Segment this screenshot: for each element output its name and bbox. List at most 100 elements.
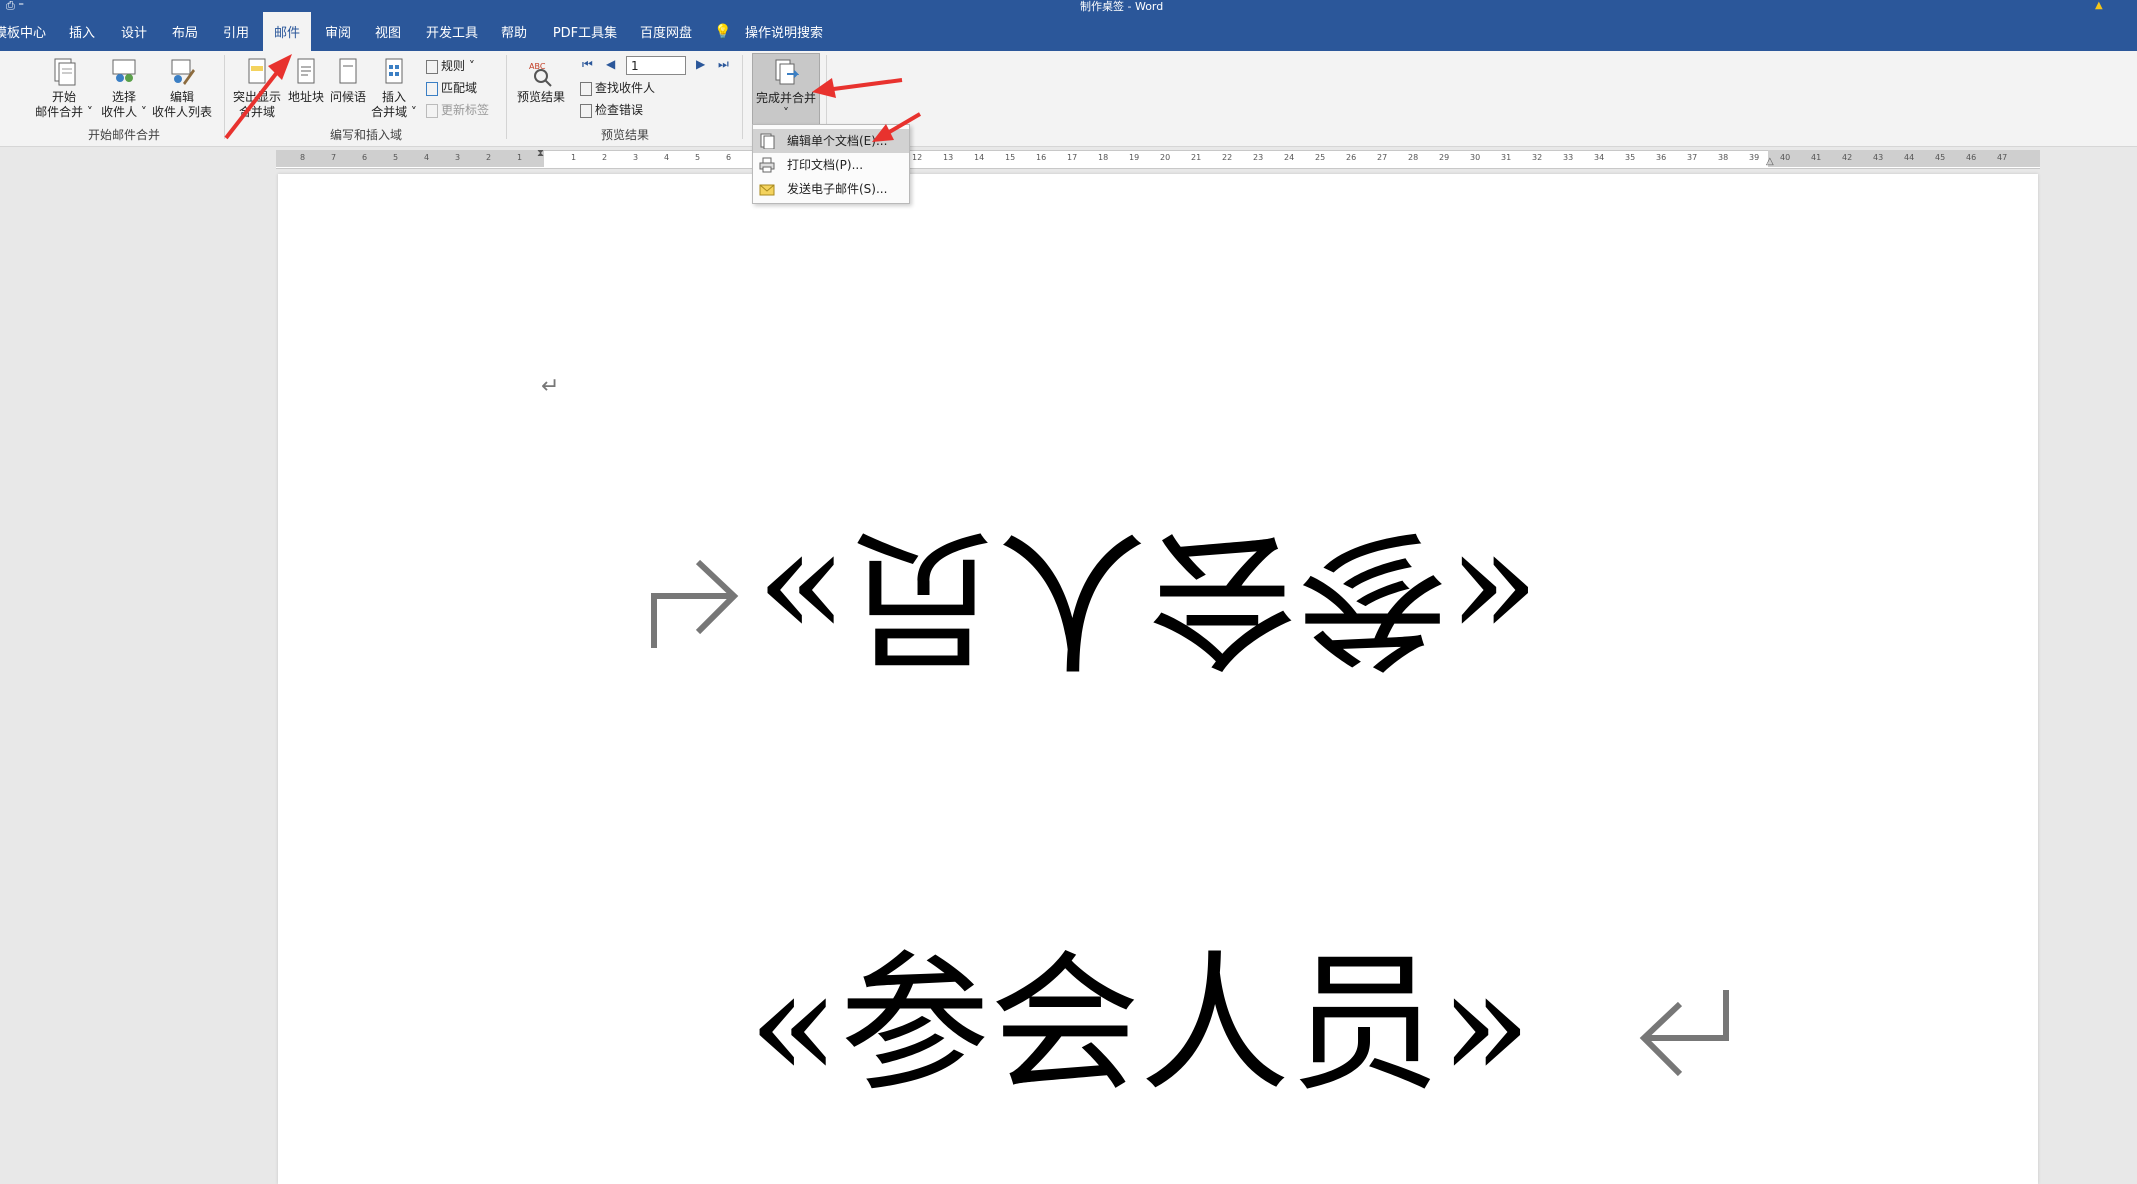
ruler-tick-label: 42 bbox=[1842, 153, 1853, 162]
find-recipient-icon bbox=[580, 81, 592, 96]
ruler-tick-label: 28 bbox=[1408, 153, 1419, 162]
update-labels-button[interactable]: 更新标签 bbox=[426, 101, 489, 118]
ruler-tick-label: 15 bbox=[1005, 153, 1016, 162]
tab-mailings[interactable]: 邮件 bbox=[263, 12, 311, 51]
tab-review[interactable]: 审阅 bbox=[320, 12, 356, 51]
ruler-tick-label: 14 bbox=[974, 153, 985, 162]
ruler-tick-label: 16 bbox=[1036, 153, 1047, 162]
group-separator bbox=[506, 55, 507, 139]
tab-design[interactable]: 设计 bbox=[116, 12, 152, 51]
greeting-line-button[interactable]: 问候语 bbox=[328, 57, 368, 105]
ruler-tick-label: 40 bbox=[1780, 153, 1791, 162]
ruler-tick-label: 46 bbox=[1966, 153, 1977, 162]
group-separator bbox=[224, 55, 225, 139]
address-block-icon bbox=[297, 58, 315, 84]
highlight-fields-icon bbox=[248, 58, 266, 84]
preview-results-button[interactable]: ABC 预览结果 bbox=[512, 57, 570, 105]
ruler-tick-label: 1 bbox=[571, 153, 577, 162]
ruler-tick-label: 20 bbox=[1160, 153, 1171, 162]
ruler-tick-label: 5 bbox=[695, 153, 701, 162]
indent-marker-icon[interactable]: ⧗ bbox=[537, 148, 544, 159]
address-block-button[interactable]: 地址块 bbox=[286, 57, 326, 105]
find-recipient-label: 查找收件人 bbox=[595, 81, 656, 95]
merge-field-attendees[interactable]: «参会人员» bbox=[748, 940, 1532, 1110]
tab-developer[interactable]: 开发工具 bbox=[424, 12, 480, 51]
edit-recipient-list-label: 编辑 收件人列表 bbox=[151, 90, 212, 119]
ruler-tick-label: 30 bbox=[1470, 153, 1481, 162]
ruler-tick-label: 35 bbox=[1625, 153, 1636, 162]
select-recipients-button[interactable]: 选择 收件人 ˅ bbox=[96, 57, 152, 120]
ruler-tick-label: 2 bbox=[486, 153, 492, 162]
tab-pdf-tools[interactable]: PDF工具集 bbox=[552, 12, 618, 51]
ruler-tick-label: 3 bbox=[633, 153, 639, 162]
previous-record-icon[interactable]: ◀ bbox=[606, 57, 615, 71]
finish-merge-dropdown: 编辑单个文档(E)... 打印文档(P)... 发送电子邮件(S)... bbox=[752, 124, 910, 204]
tab-layout[interactable]: 布局 bbox=[167, 12, 203, 51]
send-email-item[interactable]: 发送电子邮件(S)... bbox=[753, 177, 909, 201]
ruler-tick-label: 37 bbox=[1687, 153, 1698, 162]
right-indent-marker-icon[interactable]: △ bbox=[1766, 156, 1774, 167]
flipped-merge-field[interactable]: «参会人员» bbox=[756, 510, 1540, 684]
tab-references[interactable]: 引用 bbox=[218, 12, 254, 51]
ruler-tick-label: 45 bbox=[1935, 153, 1946, 162]
find-recipient-button[interactable]: 查找收件人 bbox=[580, 79, 655, 96]
recipients-icon bbox=[112, 59, 136, 82]
group-label-start: 开始邮件合并 bbox=[87, 128, 160, 142]
highlight-merge-fields-label: 突出显示 合并域 bbox=[232, 90, 281, 119]
ruler-tick-label: 3 bbox=[455, 153, 461, 162]
insert-field-icon bbox=[385, 58, 403, 84]
ruler-tick-label: 12 bbox=[912, 153, 923, 162]
check-errors-button[interactable]: 检查错误 bbox=[580, 101, 643, 118]
edit-documents-icon bbox=[760, 133, 775, 149]
record-number-input[interactable]: 1 bbox=[626, 56, 686, 75]
ruler-tick-label: 38 bbox=[1718, 153, 1729, 162]
ruler-tick-label: 33 bbox=[1563, 153, 1574, 162]
finish-merge-label: 完成并合并 ˅ bbox=[755, 91, 816, 120]
greeting-line-icon bbox=[339, 58, 357, 84]
title-bar: ⎙ ⁼ 制作桌签 - Word ▲ bbox=[0, 0, 2137, 13]
ruler-tick-label: 24 bbox=[1284, 153, 1295, 162]
ruler-tick-label: 31 bbox=[1501, 153, 1512, 162]
tab-insert[interactable]: 插入 bbox=[64, 12, 100, 51]
group-separator bbox=[742, 55, 743, 139]
paragraph-mark: ↵ bbox=[541, 374, 560, 399]
edit-individual-documents-item[interactable]: 编辑单个文档(E)... bbox=[753, 129, 909, 153]
preview-results-label: 预览结果 bbox=[516, 90, 565, 104]
tell-me-search[interactable]: 操作说明搜索 bbox=[738, 12, 830, 51]
ribbon: 开始 邮件合并 ˅ 选择 收件人 ˅ 编辑 收件人列表 开始邮件合并 突出显示 … bbox=[0, 51, 2137, 147]
tab-baidu-netdisk[interactable]: 百度网盘 bbox=[634, 12, 698, 51]
match-fields-button[interactable]: 匹配域 bbox=[426, 79, 477, 96]
ruler-tick-label: 1 bbox=[517, 153, 523, 162]
tab-template-center[interactable]: 模板中心 bbox=[0, 12, 46, 51]
ruler-left-margin bbox=[276, 150, 544, 167]
printer-icon bbox=[759, 157, 775, 173]
address-block-label: 地址块 bbox=[287, 90, 324, 104]
insert-merge-field-label: 插入 合并域 ˅ bbox=[371, 90, 417, 119]
insert-merge-field-button[interactable]: 插入 合并域 ˅ bbox=[370, 57, 418, 120]
return-arrow-icon bbox=[1639, 990, 1729, 1077]
tab-help[interactable]: 帮助 bbox=[496, 12, 532, 51]
finish-merge-button[interactable]: 完成并合并 ˅ bbox=[752, 53, 820, 125]
print-documents-item[interactable]: 打印文档(P)... bbox=[753, 153, 909, 177]
ruler-tick-label: 22 bbox=[1222, 153, 1233, 162]
start-mail-merge-button[interactable]: 开始 邮件合并 ˅ bbox=[30, 57, 98, 120]
ruler-tick-label: 18 bbox=[1098, 153, 1109, 162]
edit-recipient-list-button[interactable]: 编辑 收件人列表 bbox=[150, 57, 214, 120]
tab-view[interactable]: 视图 bbox=[370, 12, 406, 51]
next-record-icon[interactable]: ▶ bbox=[696, 57, 705, 71]
ruler-tick-label: 8 bbox=[300, 153, 306, 162]
ruler-tick-label: 5 bbox=[393, 153, 399, 162]
first-record-icon[interactable]: ⏮ bbox=[582, 57, 593, 72]
rules-button[interactable]: 规则 ˅ bbox=[426, 57, 475, 74]
rules-label: 规则 ˅ bbox=[441, 59, 475, 73]
update-labels-icon bbox=[426, 103, 438, 118]
ruler-tick-label: 29 bbox=[1439, 153, 1450, 162]
rules-icon bbox=[426, 59, 438, 74]
group-label-write-insert: 编写和插入域 bbox=[329, 128, 402, 142]
ruler-tick-label: 4 bbox=[664, 153, 670, 162]
last-record-icon[interactable]: ⏭ bbox=[718, 57, 729, 72]
ruler-tick-label: 32 bbox=[1532, 153, 1543, 162]
highlight-merge-fields-button[interactable]: 突出显示 合并域 bbox=[230, 57, 284, 120]
ribbon-tabs: 模板中心 插入 设计 布局 引用 邮件 审阅 视图 开发工具 帮助 PDF工具集… bbox=[0, 12, 2137, 51]
ruler-tick-label: 39 bbox=[1749, 153, 1760, 162]
